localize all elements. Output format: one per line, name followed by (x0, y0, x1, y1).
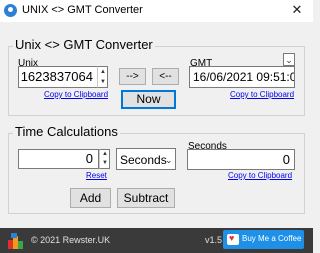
amount-input[interactable]: 0 (18, 149, 99, 169)
close-button[interactable]: ✕ (284, 1, 310, 19)
coffee-cup-icon (227, 233, 239, 245)
amount-spinner[interactable]: ▲ ▼ (99, 149, 110, 169)
window-title: UNIX <> GMT Converter (22, 4, 143, 16)
copy-seconds-link[interactable]: Copy to Clipboard (228, 171, 292, 180)
spin-down-icon[interactable]: ▼ (98, 77, 108, 87)
unit-select-value: Seconds (120, 153, 167, 167)
to-gmt-button[interactable]: --> (119, 68, 146, 85)
add-button[interactable]: Add (70, 188, 111, 208)
gmt-dropdown-icon[interactable]: ⌄ (283, 53, 295, 66)
unix-spinner[interactable]: ▲ ▼ (97, 66, 108, 88)
buy-coffee-label: Buy Me a Coffee (242, 234, 302, 243)
converter-group-title: Unix <> GMT Converter (13, 37, 155, 52)
seconds-output[interactable]: 0 (187, 149, 295, 170)
unix-input[interactable]: 1623837064 (18, 66, 98, 88)
copyright-text: © 2021 Rewster.UK (31, 235, 111, 245)
spin-down-icon[interactable]: ▼ (100, 159, 110, 168)
copy-unix-link[interactable]: Copy to Clipboard (44, 90, 108, 99)
spin-up-icon[interactable]: ▲ (98, 67, 108, 77)
gmt-input[interactable]: 16/06/2021 09:51:04 (189, 66, 295, 88)
chevron-down-icon: ⌄ (165, 155, 173, 165)
version-text: v1.5 (205, 235, 223, 245)
rewster-logo-icon (8, 233, 23, 249)
app-icon (4, 4, 17, 17)
buy-coffee-button[interactable]: Buy Me a Coffee (223, 230, 304, 249)
time-calc-group-title: Time Calculations (13, 124, 120, 139)
reset-link[interactable]: Reset (86, 171, 107, 180)
unit-select[interactable]: Seconds ⌄ (116, 148, 176, 170)
to-unix-button[interactable]: <-- (152, 68, 179, 85)
spin-up-icon[interactable]: ▲ (100, 150, 110, 159)
copy-gmt-link[interactable]: Copy to Clipboard (230, 90, 294, 99)
now-button[interactable]: Now (121, 90, 176, 109)
subtract-button[interactable]: Subtract (117, 188, 175, 208)
